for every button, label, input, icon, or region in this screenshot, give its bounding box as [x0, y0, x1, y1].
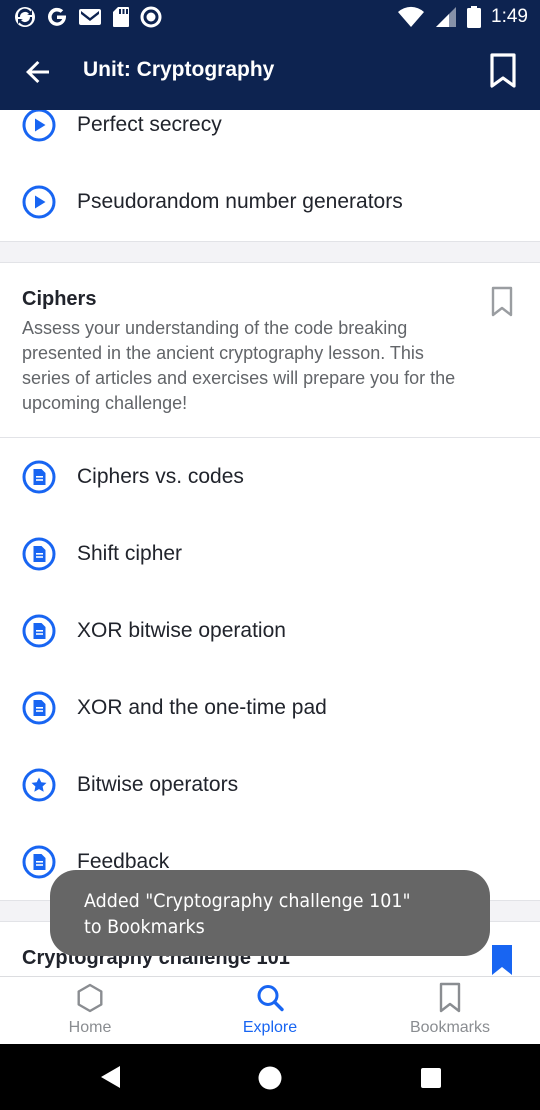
google-icon — [48, 7, 66, 26]
bookmark-filled-icon — [492, 945, 512, 975]
list-item[interactable]: Pseudorandom number generators — [0, 163, 540, 240]
article-icon — [22, 845, 56, 879]
signal-icon — [436, 7, 457, 27]
toast-line-1: Added "Cryptography challenge 101" — [84, 890, 411, 912]
section-title: Ciphers — [22, 288, 97, 310]
back-triangle-icon[interactable] — [98, 1064, 124, 1090]
list-item[interactable]: Bitwise operators — [0, 746, 540, 823]
wifi-icon — [398, 6, 425, 27]
list-item[interactable]: Ciphers vs. codes — [0, 438, 540, 515]
play-circle-icon — [22, 185, 56, 219]
play-circle-icon — [22, 110, 56, 142]
toast-notification: Added "Cryptography challenge 101" to Bo… — [50, 870, 490, 956]
sd-card-icon — [113, 7, 129, 27]
next-section-bookmark-button[interactable] — [490, 944, 514, 976]
page-title: Unit: Cryptography — [83, 58, 275, 81]
list-item[interactable]: Shift cipher — [0, 515, 540, 592]
home-circle-icon[interactable] — [257, 1065, 283, 1091]
list-item-label: XOR and the one-time pad — [77, 696, 327, 719]
recents-square-icon[interactable] — [419, 1066, 443, 1090]
sync-icon — [15, 7, 35, 27]
hexagon-icon — [77, 983, 103, 1013]
circle-app-icon — [140, 6, 162, 28]
nav-explore[interactable]: Explore — [180, 977, 360, 1045]
section-description: Assess your understanding of the code br… — [22, 318, 456, 413]
back-button[interactable] — [20, 54, 56, 90]
list-item-label: Bitwise operators — [77, 773, 239, 796]
notification-icons — [14, 6, 162, 28]
toast-message: Added "Cryptography challenge 101" to Bo… — [84, 888, 434, 940]
list-item[interactable]: Perfect secrecy — [0, 110, 540, 163]
system-status: 1:49 — [397, 6, 528, 28]
list-item[interactable]: XOR and the one-time pad — [0, 669, 540, 746]
star-circle-icon — [22, 768, 56, 802]
list-item-label: Pseudorandom number generators — [77, 190, 403, 213]
section-bookmark-button[interactable] — [490, 286, 514, 318]
article-icon — [22, 537, 56, 571]
bottom-navigation: Home Explore Bookmarks — [0, 976, 540, 1044]
status-bar: 1:49 — [0, 0, 540, 34]
unit-bookmark-button[interactable] — [488, 52, 518, 90]
section-divider — [0, 241, 540, 263]
battery-icon — [467, 6, 482, 28]
nav-bookmarks-label: Bookmarks — [409, 1019, 491, 1036]
gmail-icon — [79, 9, 101, 25]
search-icon — [257, 985, 284, 1012]
article-icon — [22, 614, 56, 648]
arrow-left-icon — [26, 61, 49, 83]
content-scroll[interactable]: Perfect secrecy Pseudorandom number gene… — [0, 110, 540, 976]
list-item[interactable]: XOR bitwise operation — [0, 592, 540, 669]
list-item-label: Ciphers vs. codes — [77, 465, 244, 488]
list-item-label: Shift cipher — [77, 542, 183, 565]
bookmark-outline-icon — [491, 286, 513, 317]
nav-bookmarks[interactable]: Bookmarks — [360, 977, 540, 1045]
article-icon — [22, 691, 56, 725]
toast-line-2: to Bookmarks — [84, 916, 205, 938]
nav-explore-label: Explore — [242, 1019, 298, 1036]
article-icon — [22, 460, 56, 494]
list-item-label: Perfect secrecy — [77, 113, 222, 136]
system-navigation-bar — [0, 1044, 540, 1110]
clock: 1:49 — [491, 6, 528, 27]
bookmark-outline-icon — [490, 53, 516, 88]
bookmark-outline-icon — [439, 982, 461, 1013]
app-bar: Unit: Cryptography — [0, 34, 540, 110]
list-item-label: XOR bitwise operation — [77, 619, 286, 642]
nav-home[interactable]: Home — [0, 977, 180, 1045]
nav-home-label: Home — [68, 1019, 112, 1036]
